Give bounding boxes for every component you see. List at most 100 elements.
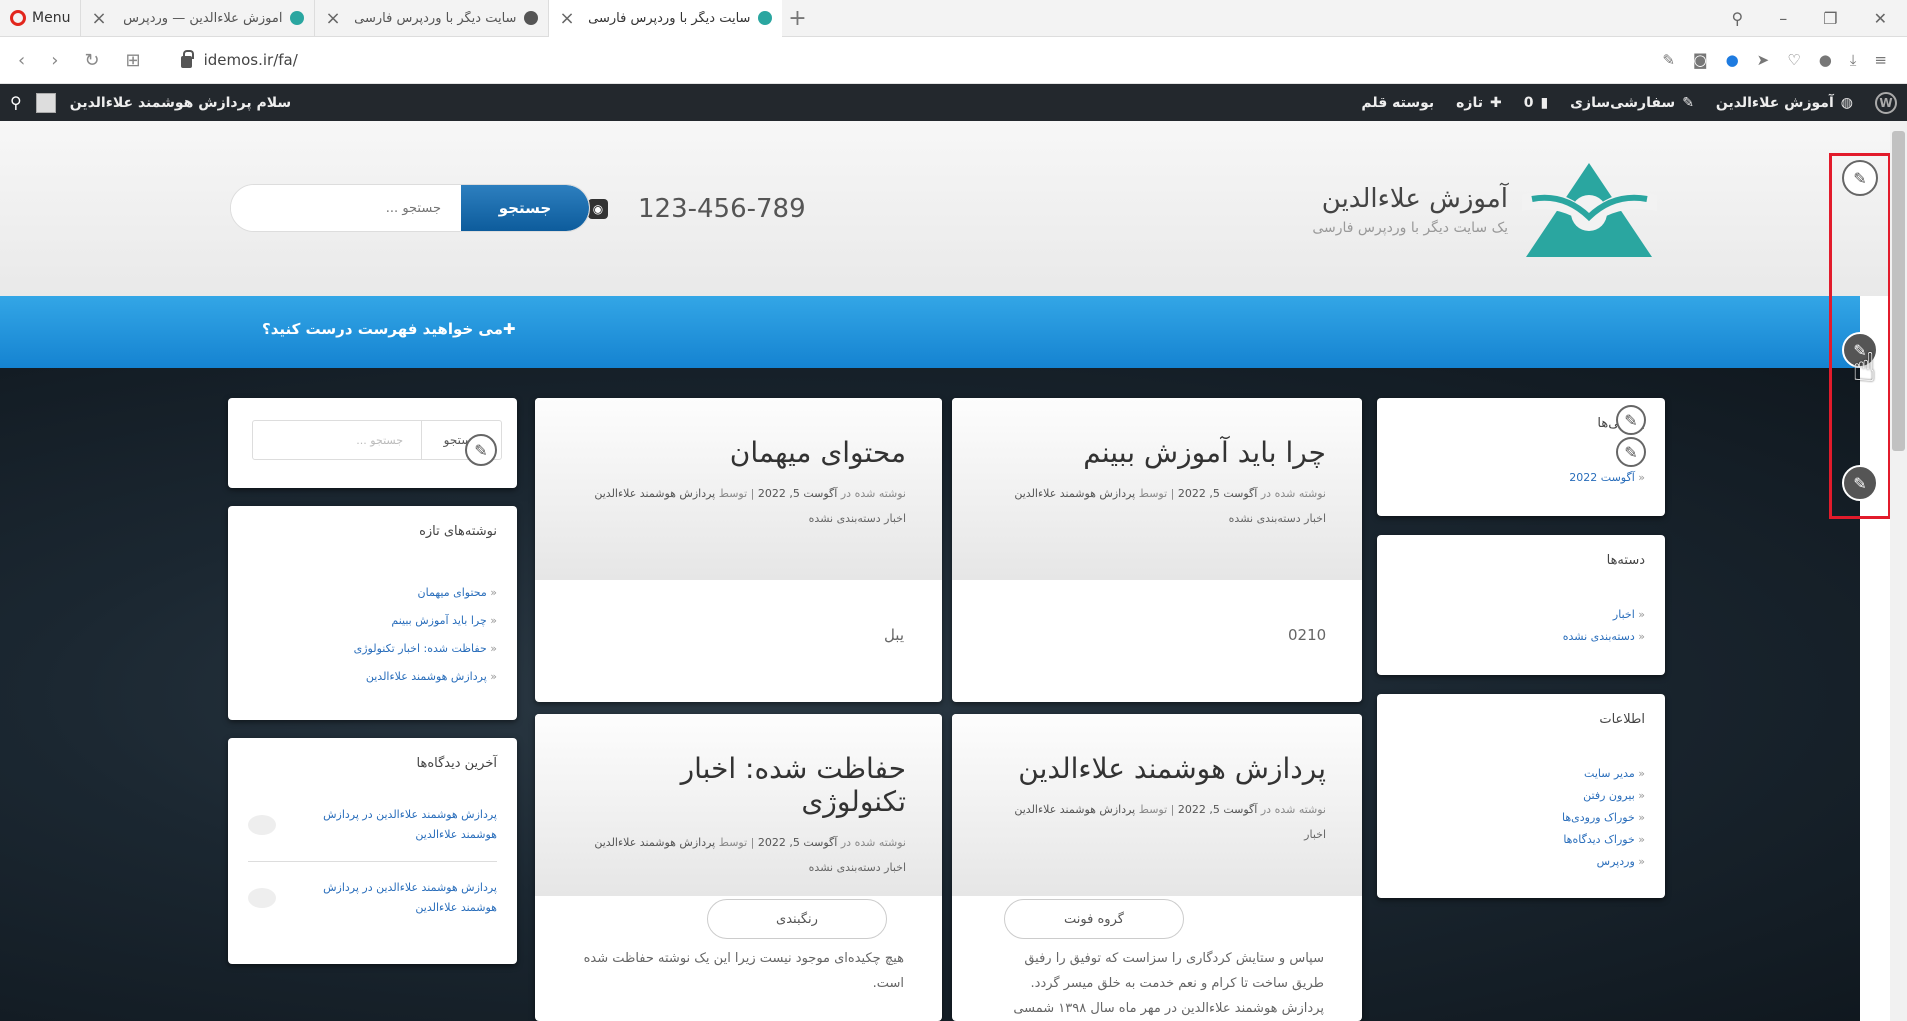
search-tabs-icon[interactable]: ⚲ xyxy=(1732,9,1744,28)
post-category[interactable]: اخبار دسته‌بندی نشده xyxy=(988,512,1326,525)
post-meta: نوشته شده در آگوست 5, 2022 | توسط پردازش… xyxy=(1014,803,1326,816)
page-scrollbar[interactable] xyxy=(1890,121,1907,1021)
post-title[interactable]: محتوای میهمان xyxy=(571,436,906,469)
site-favicon-icon xyxy=(290,11,305,25)
post-title[interactable]: چرا باید آموزش ببینم xyxy=(988,436,1326,469)
rss-icon[interactable]: ◉ xyxy=(588,199,608,219)
close-tab-icon[interactable]: × xyxy=(325,8,340,29)
send-icon[interactable]: ➤ xyxy=(1757,51,1770,69)
comment-item: پردازش هوشمند علاءالدین در پردازش هوشمند… xyxy=(248,862,497,934)
site-tagline: یک سایت دیگر با وردپرس فارسی xyxy=(1312,220,1508,236)
meta-link[interactable]: بیرون رفتن xyxy=(1397,789,1645,802)
search-button[interactable]: جستجو xyxy=(461,185,589,231)
search-icon[interactable]: ⚲ xyxy=(10,93,22,112)
post-tag-button[interactable]: گروه فونت xyxy=(1004,899,1184,939)
comment-link[interactable]: پردازش هوشمند علاءالدین در پردازش هوشمند… xyxy=(290,878,497,918)
reload-icon[interactable]: ↻ xyxy=(84,50,99,71)
post-title[interactable]: حفاظت شده: اخبار تکنولوژی xyxy=(571,752,906,818)
address-bar: ‹ › ↻ ⊞ idemos.ir/fa/ ✎ ◙ ● ➤ ♡ ● ⤓ ≡ xyxy=(0,37,1907,84)
comments-link[interactable]: ▮ 0 xyxy=(1524,95,1548,111)
avatar[interactable] xyxy=(35,92,56,113)
post-card: حفاظت شده: اخبار تکنولوژی نوشته شده در آ… xyxy=(535,714,942,1021)
sidebar-search-input[interactable]: جستجو ... xyxy=(253,421,421,459)
post-category[interactable]: اخبار xyxy=(988,828,1326,841)
archive-link[interactable]: آگوست 2022 xyxy=(1397,471,1645,484)
edit-shortcut-pencil-icon[interactable]: ✎ xyxy=(1616,405,1646,435)
highlight-box xyxy=(1829,153,1891,519)
back-icon[interactable]: ‹ xyxy=(18,50,25,71)
site-favicon-icon xyxy=(758,11,773,25)
post-meta: نوشته شده در آگوست 5, 2022 | توسط پردازش… xyxy=(594,836,906,849)
comment-icon: ▮ xyxy=(1540,94,1549,111)
recent-post-link[interactable]: محتوای میهمان xyxy=(248,583,497,602)
site-header: آموزش علاءالدین یک سایت دیگر با وردپرس ف… xyxy=(0,121,1907,296)
edit-icon[interactable]: ✎ xyxy=(1662,51,1675,69)
recent-post-link[interactable]: چرا باید آموزش ببینم xyxy=(248,611,497,630)
close-window-icon[interactable]: ✕ xyxy=(1874,9,1887,28)
widget-title: دسته‌ها xyxy=(1606,553,1645,568)
sidebar-search: جستجو جستجو ... xyxy=(252,420,502,460)
wordpress-logo-icon[interactable]: W xyxy=(1875,91,1897,114)
meta-widget: اطلاعات مدیر سایت بیرون رفتن خوراک ورودی… xyxy=(1377,694,1665,898)
close-tab-icon[interactable]: × xyxy=(91,8,106,29)
browser-tab[interactable]: سایت دیگر با وردپرس فارسی × xyxy=(314,0,548,37)
account-icon[interactable]: ● xyxy=(1819,51,1832,69)
close-tab-icon[interactable]: × xyxy=(559,8,574,29)
meta-link[interactable]: مدیر سایت xyxy=(1397,767,1645,780)
recent-post-link[interactable]: حفاظت شده: اخبار تکنولوژی xyxy=(248,639,497,658)
minimize-icon[interactable]: – xyxy=(1779,9,1787,28)
meta-link[interactable]: وردپرس xyxy=(1397,855,1645,868)
post-title[interactable]: پردازش هوشمند علاءالدین xyxy=(988,752,1326,785)
hand-cursor-icon: ☝ xyxy=(1852,345,1877,391)
category-link[interactable]: دسته‌بندی نشده xyxy=(1397,630,1645,643)
url-field[interactable]: idemos.ir/fa/ xyxy=(180,50,298,69)
site-name-link[interactable]: ◍ آموزش علاءالدین xyxy=(1716,95,1853,111)
browser-tab-bar: Menu آموزش علاءالدین — وردپرس × سایت دیگ… xyxy=(0,0,1907,37)
menu-setup-link[interactable]: ✚می خواهید فهرست درست کنید؟ xyxy=(262,320,515,338)
speed-dial-icon[interactable]: ⊞ xyxy=(126,50,141,71)
my-account-link[interactable]: سلام پردازش هوشمند علاءالدین xyxy=(70,95,291,111)
new-content-link[interactable]: ✚ تازه xyxy=(1456,95,1502,111)
comment-link[interactable]: پردازش هوشمند علاءالدین در پردازش هوشمند… xyxy=(290,805,497,845)
download-icon[interactable]: ⤓ xyxy=(1850,51,1857,69)
post-card: چرا باید آموزش ببینم نوشته شده در آگوست … xyxy=(952,398,1362,702)
browser-tab-active[interactable]: سایت دیگر با وردپرس فارسی × xyxy=(548,0,783,37)
customize-link[interactable]: ✎ سفارشی‌سازی xyxy=(1570,95,1694,111)
phone-number: 123-456-789 xyxy=(638,194,806,224)
comment-item: پردازش هوشمند علاءالدین در پردازش هوشمند… xyxy=(248,789,497,862)
search-input[interactable] xyxy=(231,185,461,231)
site-branding: آموزش علاءالدین یک سایت دیگر با وردپرس ف… xyxy=(1312,155,1657,265)
post-category[interactable]: اخبار دسته‌بندی نشده xyxy=(571,512,906,525)
camera-icon[interactable]: ◙ xyxy=(1693,51,1708,69)
heart-icon[interactable]: ♡ xyxy=(1787,51,1800,69)
globe-icon xyxy=(524,11,539,25)
category-link[interactable]: اخبار xyxy=(1397,608,1645,621)
post-category[interactable]: اخبار دسته‌بندی نشده xyxy=(571,861,906,874)
primary-menu-bar: ✚می خواهید فهرست درست کنید؟ xyxy=(0,296,1860,368)
edit-shortcut-pencil-icon[interactable]: ✎ xyxy=(465,434,497,466)
new-tab-button[interactable]: + xyxy=(782,0,812,37)
opera-menu-button[interactable]: Menu xyxy=(0,0,80,37)
post-card: پردازش هوشمند علاءالدین نوشته شده در آگو… xyxy=(952,714,1362,1021)
edit-shortcut-pencil-icon[interactable]: ✎ xyxy=(1616,437,1646,467)
post-link[interactable]: بوسته قلم xyxy=(1361,95,1434,111)
shield-icon[interactable]: ● xyxy=(1726,51,1739,69)
meta-link[interactable]: خوراک دیدگاه‌ها xyxy=(1397,833,1645,846)
settings-icon[interactable]: ≡ xyxy=(1874,51,1887,69)
widget-title: اطلاعات xyxy=(1599,712,1645,727)
forward-icon[interactable]: › xyxy=(51,50,58,71)
recent-post-link[interactable]: پردازش هوشمند علاءالدین xyxy=(248,667,497,686)
restore-icon[interactable]: ❐ xyxy=(1823,9,1837,28)
post-excerpt: هیچ چکیده‌ای موجود نیست زیرا این یک نوشت… xyxy=(583,951,904,991)
meta-link[interactable]: خوراک ورودی‌ها xyxy=(1397,811,1645,824)
opera-icon xyxy=(10,10,26,26)
scrollbar-thumb[interactable] xyxy=(1892,131,1905,451)
widget-title: آخرین دیدگاه‌ها xyxy=(416,756,497,771)
widget-title: بایگانی‌ها xyxy=(1397,416,1645,431)
site-title[interactable]: آموزش علاءالدین xyxy=(1312,184,1508,214)
browser-tab[interactable]: آموزش علاءالدین — وردپرس × xyxy=(80,0,314,37)
recent-comments-widget: آخرین دیدگاه‌ها پردازش هوشمند علاءالدین … xyxy=(228,738,517,964)
site-logo[interactable] xyxy=(1522,155,1657,265)
post-tag-button[interactable]: رنگبندی xyxy=(707,899,887,939)
post-excerpt: یبل xyxy=(883,626,904,644)
